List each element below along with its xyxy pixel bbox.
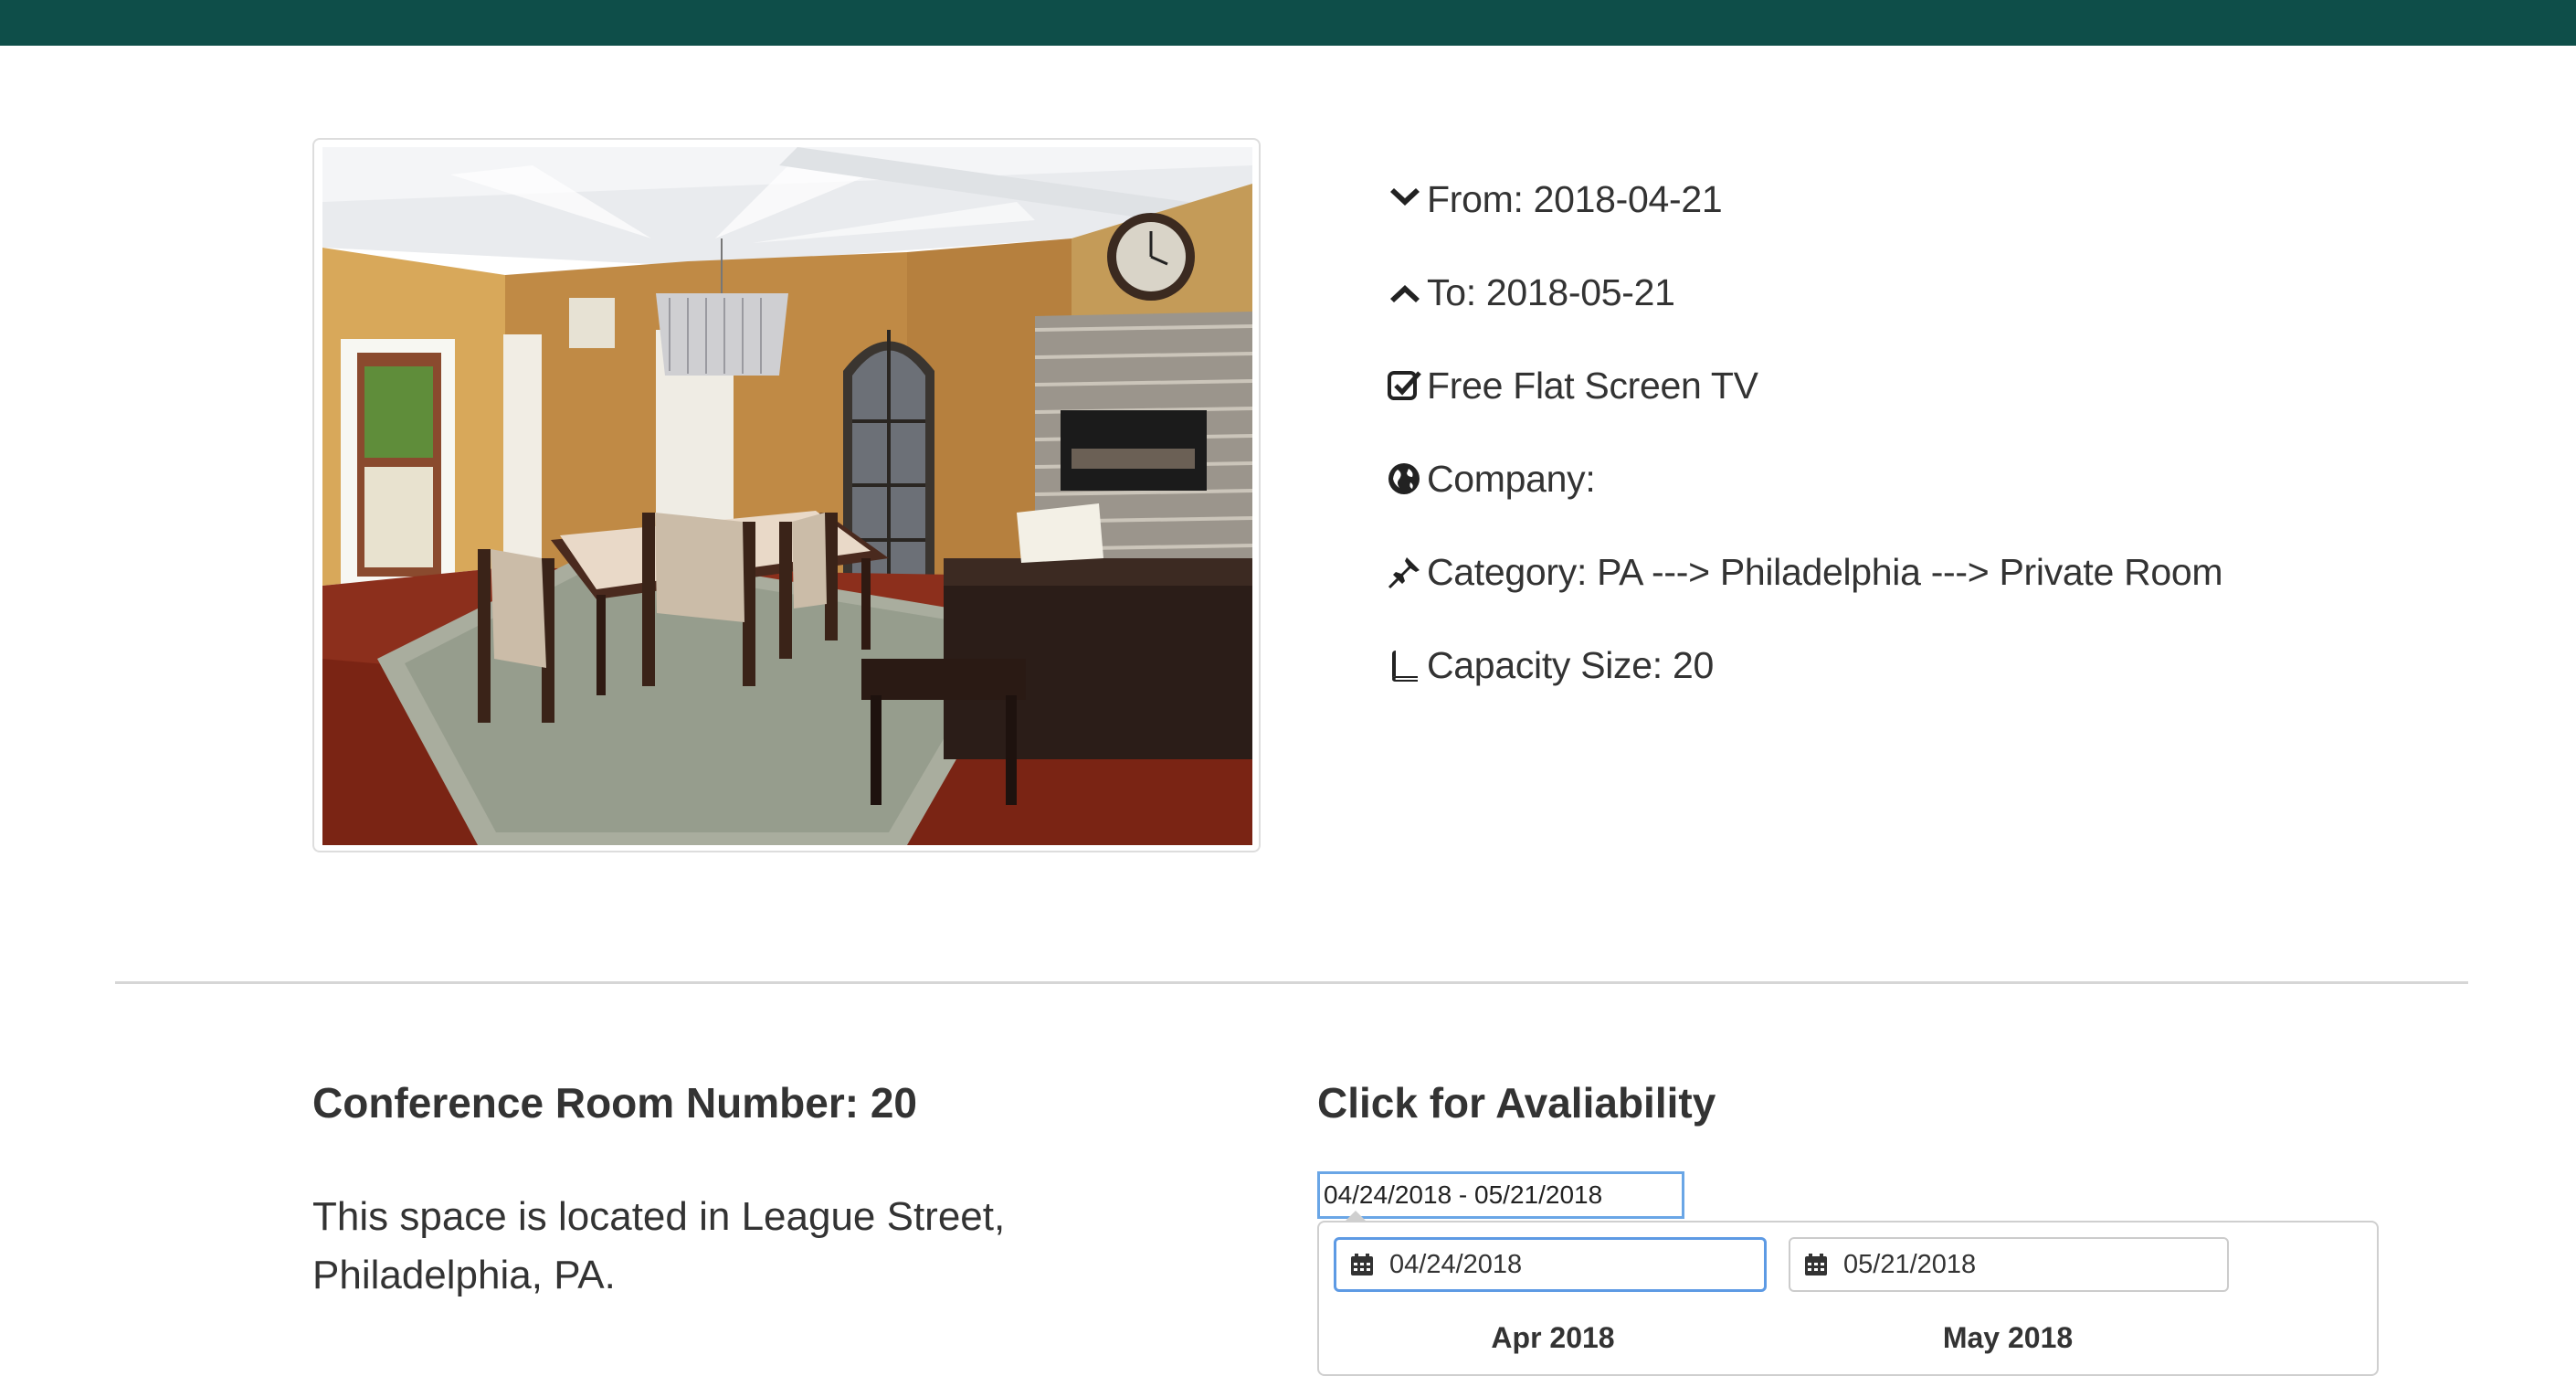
book-icon <box>1387 645 1427 685</box>
calendar-icon <box>1351 1254 1373 1275</box>
detail-category-text: Category: PA ---> Philadelphia ---> Priv… <box>1427 550 2223 593</box>
chevron-down-icon <box>1387 179 1427 219</box>
listing-photo-frame <box>312 138 1261 852</box>
section-divider <box>115 981 2468 984</box>
detail-amenity: Free Flat Screen TV <box>1387 358 2483 413</box>
start-date-field[interactable]: 04/24/2018 <box>1334 1237 1767 1292</box>
month-label-right: May 2018 <box>1942 1321 2074 1354</box>
chevron-up-icon <box>1387 272 1427 312</box>
calendar-icon <box>1805 1254 1827 1275</box>
detail-to-text: To: 2018-05-21 <box>1427 270 1675 313</box>
globe-icon <box>1387 459 1427 499</box>
detail-capacity: Capacity Size: 20 <box>1387 638 2483 693</box>
detail-company-text: Company: <box>1427 457 1596 500</box>
detail-from-text: From: 2018-04-21 <box>1427 177 1723 220</box>
end-date-field[interactable]: 05/21/2018 <box>1789 1237 2229 1292</box>
pushpin-icon <box>1387 552 1427 592</box>
detail-from-date: From: 2018-04-21 <box>1387 172 2483 227</box>
detail-amenity-text: Free Flat Screen TV <box>1427 364 1758 407</box>
checkbox-icon <box>1387 365 1427 406</box>
end-date-value: 05/21/2018 <box>1843 1249 1977 1279</box>
detail-company: Company: <box>1387 451 2483 506</box>
availability-title: Click for Avaliability <box>1317 1079 1716 1127</box>
date-range-input[interactable] <box>1317 1171 1684 1219</box>
top-navbar <box>0 0 2576 46</box>
month-label-left: Apr 2018 <box>1491 1321 1615 1354</box>
room-title: Conference Room Number: 20 <box>312 1079 918 1127</box>
detail-to-date: To: 2018-05-21 <box>1387 265 2483 320</box>
room-description: This space is located in League Street, … <box>312 1194 1006 1297</box>
detail-capacity-text: Capacity Size: 20 <box>1427 643 1714 686</box>
detail-category: Category: PA ---> Philadelphia ---> Priv… <box>1387 545 2483 599</box>
start-date-value: 04/24/2018 <box>1389 1249 1523 1279</box>
listing-photo <box>322 147 1252 845</box>
